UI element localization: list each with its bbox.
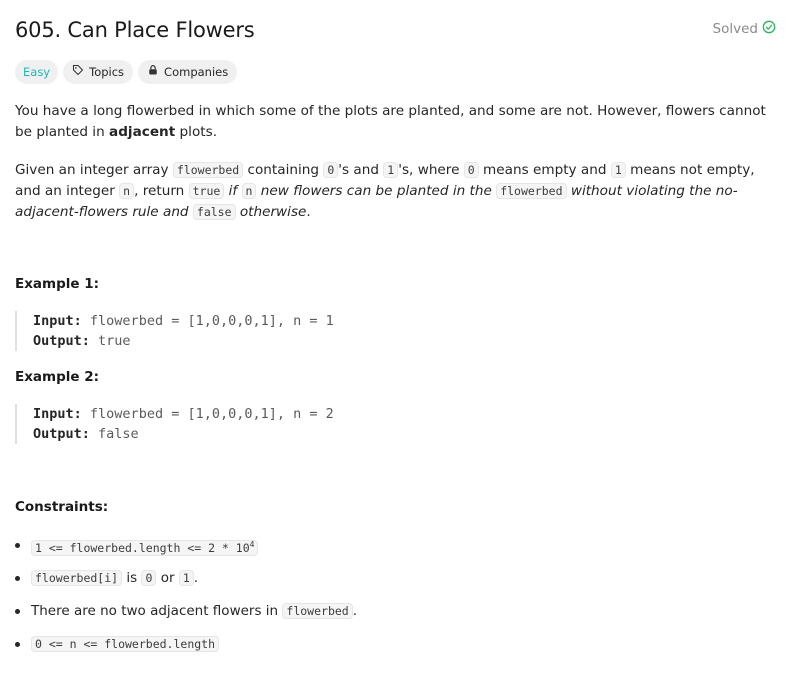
example-1-block: Input: flowerbed = [1,0,0,0,1], n = 1 Ou… (15, 311, 334, 351)
input-label: Input: (33, 313, 82, 329)
tag-row: Easy Topics Companies (15, 60, 238, 84)
companies-button[interactable]: Companies (138, 60, 238, 84)
solved-label: Solved (712, 21, 758, 37)
constraints-title: Constraints: (15, 499, 109, 515)
list-item: flowerbed[i] is 0 or 1. (15, 566, 357, 599)
list-item: 0 <= n <= flowerbed.length (15, 632, 357, 665)
example-2-title: Example 2: (15, 369, 100, 385)
problem-header: 605. Can Place Flowers Solved (15, 14, 776, 46)
problem-title: 605. Can Place Flowers (15, 18, 255, 42)
description-paragraph-2: Given an integer array flowerbed contain… (15, 162, 755, 220)
problem-page: 605. Can Place Flowers Solved Easy Topic… (0, 0, 788, 676)
problem-description: You have a long flowerbed in which some … (15, 101, 778, 240)
output-label: Output: (33, 333, 90, 349)
topics-label: Topics (89, 65, 125, 79)
tag-icon (72, 60, 84, 84)
list-item: There are no two adjacent flowers in flo… (15, 599, 357, 632)
example-2-block: Input: flowerbed = [1,0,0,0,1], n = 2 Ou… (15, 404, 334, 444)
example-input: flowerbed = [1,0,0,0,1], n = 2 (89, 406, 334, 422)
input-label: Input: (33, 406, 82, 422)
companies-label: Companies (164, 65, 229, 79)
solved-status: Solved (713, 20, 776, 38)
output-label: Output: (33, 426, 90, 442)
example-1-title: Example 1: (15, 276, 100, 292)
topics-button[interactable]: Topics (63, 60, 134, 84)
example-input: flowerbed = [1,0,0,0,1], n = 1 (89, 313, 334, 329)
list-item: 1 <= flowerbed.length <= 2 * 104 (15, 533, 357, 566)
example-output: false (98, 426, 139, 442)
difficulty-badge[interactable]: Easy (15, 60, 59, 84)
check-circle-icon (762, 20, 776, 38)
example-output: true (98, 333, 131, 349)
lock-icon (147, 60, 159, 84)
constraints-list: 1 <= flowerbed.length <= 2 * 104 flowerb… (15, 533, 357, 665)
description-paragraph-1: You have a long flowerbed in which some … (15, 103, 766, 140)
